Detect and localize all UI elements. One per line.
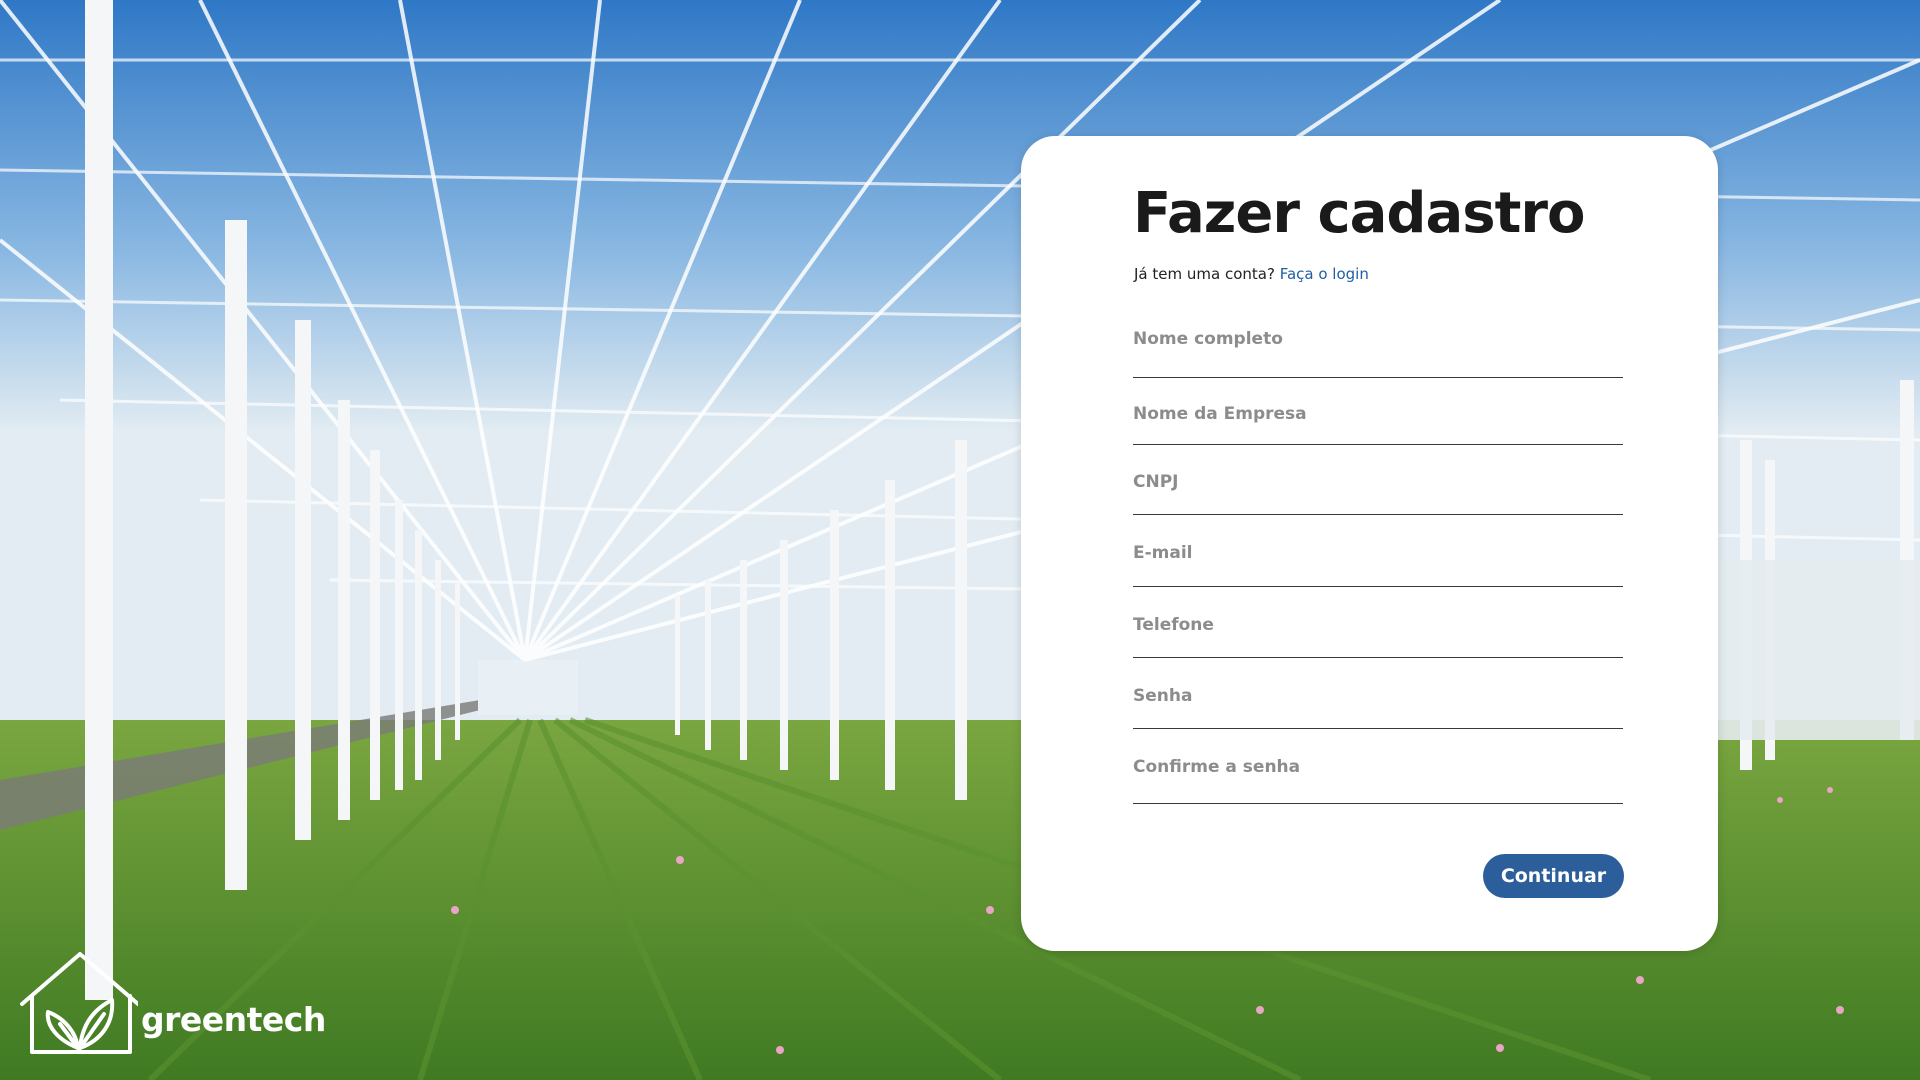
page: Fazer cadastro Já tem uma conta? Faça o …: [0, 0, 1920, 1080]
phone-field: Telefone: [1133, 615, 1623, 658]
confirm-password-label: Confirme a senha: [1133, 757, 1301, 777]
continue-button[interactable]: Continuar: [1483, 854, 1624, 898]
login-link[interactable]: Faça o login: [1280, 265, 1369, 283]
confirm-password-input[interactable]: [1133, 775, 1623, 804]
full-name-input[interactable]: [1133, 349, 1623, 378]
brand-logo: greentech: [20, 952, 326, 1056]
company-name-field: Nome da Empresa: [1133, 404, 1623, 445]
page-title: Fazer cadastro: [1133, 181, 1585, 246]
brand-name: greentech: [141, 1000, 326, 1039]
login-prompt-text: Já tem uma conta?: [1134, 265, 1275, 283]
password-field: Senha: [1133, 686, 1623, 729]
full-name-label: Nome completo: [1133, 329, 1283, 349]
login-prompt: Já tem uma conta? Faça o login: [1134, 265, 1369, 283]
signup-card: Fazer cadastro Já tem uma conta? Faça o …: [1021, 136, 1718, 951]
confirm-password-field: Confirme a senha: [1133, 757, 1623, 804]
email-input[interactable]: [1133, 558, 1623, 587]
email-field: E-mail: [1133, 543, 1623, 587]
house-leaves-icon: [20, 952, 140, 1054]
full-name-field: Nome completo: [1133, 329, 1623, 378]
cnpj-field: CNPJ: [1133, 472, 1623, 515]
cnpj-input[interactable]: [1133, 486, 1623, 515]
company-name-input[interactable]: [1133, 416, 1623, 445]
phone-input[interactable]: [1133, 629, 1623, 658]
password-input[interactable]: [1133, 700, 1623, 729]
